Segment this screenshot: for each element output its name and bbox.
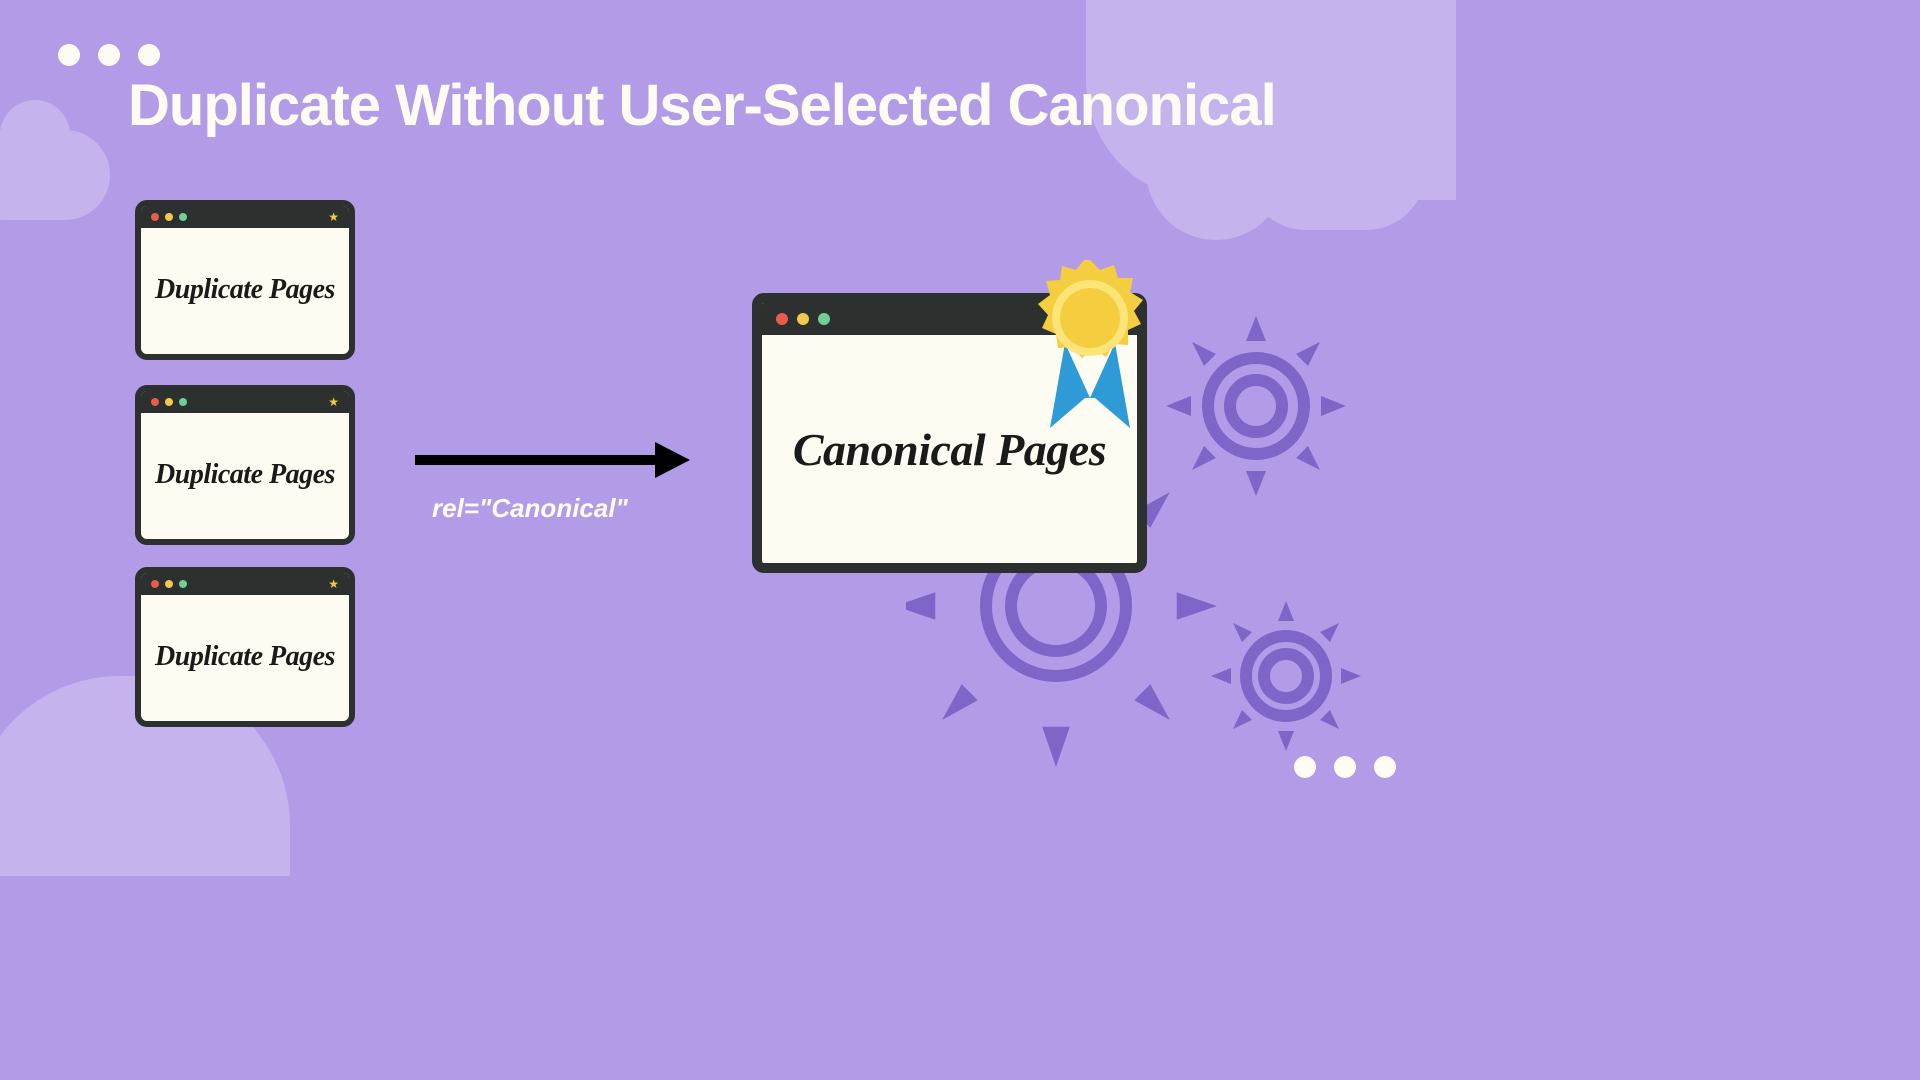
award-badge-icon: [1020, 253, 1160, 433]
minimize-icon: [797, 313, 809, 325]
window-titlebar: ★: [141, 391, 349, 413]
dot-icon: [1334, 756, 1356, 778]
star-icon: ★: [328, 210, 339, 225]
dot-icon: [1294, 756, 1316, 778]
duplicate-window: ★ Duplicate Pages: [135, 200, 355, 360]
traffic-lights: [151, 213, 187, 221]
dot-icon: [58, 44, 80, 66]
duplicate-window: ★ Duplicate Pages: [135, 567, 355, 727]
maximize-icon: [818, 313, 830, 325]
window-content: Duplicate Pages: [141, 595, 349, 719]
traffic-lights: [151, 398, 187, 406]
arrow-label: rel="Canonical": [432, 493, 628, 524]
minimize-icon: [165, 213, 173, 221]
minimize-icon: [165, 398, 173, 406]
maximize-icon: [179, 398, 187, 406]
traffic-lights: [776, 313, 830, 325]
star-icon: ★: [328, 577, 339, 592]
window-titlebar: ★: [141, 206, 349, 228]
duplicate-window: ★ Duplicate Pages: [135, 385, 355, 545]
window-titlebar: ★: [141, 573, 349, 595]
window-content: Duplicate Pages: [141, 413, 349, 537]
star-icon: ★: [328, 395, 339, 410]
arrow-icon: [415, 437, 690, 483]
dot-icon: [138, 44, 160, 66]
cloud-decoration: [0, 130, 110, 220]
maximize-icon: [179, 213, 187, 221]
dot-icon: [98, 44, 120, 66]
close-icon: [151, 213, 159, 221]
traffic-lights: [151, 580, 187, 588]
decorative-dots-top: [58, 44, 160, 66]
maximize-icon: [179, 580, 187, 588]
close-icon: [151, 580, 159, 588]
page-title: Duplicate Without User-Selected Canonica…: [128, 72, 1276, 139]
close-icon: [776, 313, 788, 325]
window-content: Duplicate Pages: [141, 228, 349, 352]
minimize-icon: [165, 580, 173, 588]
dot-icon: [1374, 756, 1396, 778]
decorative-dots-bottom: [1294, 756, 1396, 778]
close-icon: [151, 398, 159, 406]
